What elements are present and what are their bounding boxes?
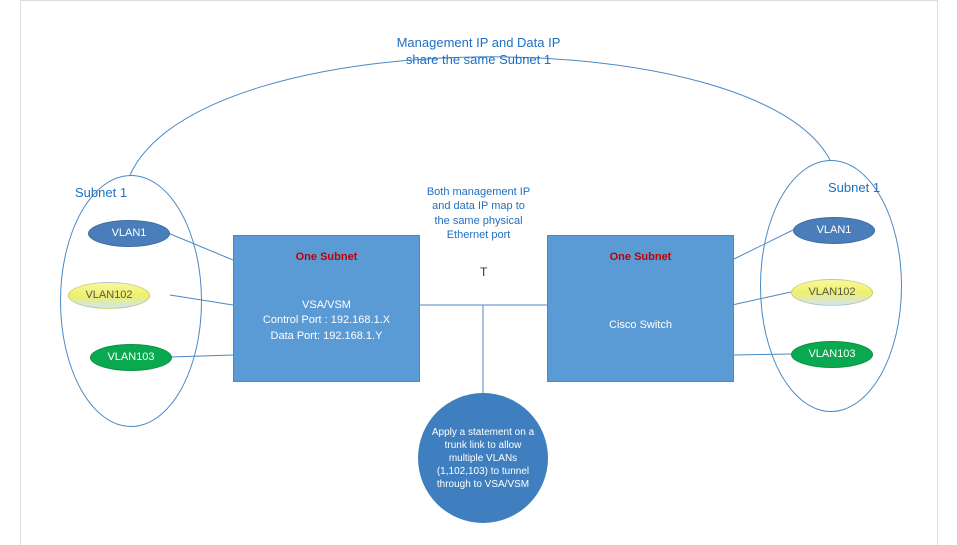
trunk-t-label: T	[480, 265, 487, 279]
right-vlan-103: VLAN103	[791, 341, 873, 368]
right-vlan-1: VLAN1	[793, 217, 875, 244]
right-subnet-label: Subnet 1	[828, 180, 880, 195]
right-vlan-102: VLAN102	[791, 279, 873, 306]
page-border-right	[937, 0, 938, 545]
cisco-switch-line1: Cisco Switch	[609, 319, 672, 331]
mid-line2: and data IP map to	[432, 200, 525, 212]
vsa-vsm-line3: Data Port: 192.168.1.Y	[271, 330, 383, 342]
left-vlan-102: VLAN102	[68, 282, 150, 309]
mid-line3: the same physical	[434, 215, 522, 227]
vsa-vsm-box-head: One Subnet	[234, 251, 419, 263]
diagram-title-line2: share the same Subnet 1	[406, 52, 551, 67]
page-border-top	[20, 0, 937, 1]
vsa-vsm-line1: VSA/VSM	[302, 299, 351, 311]
diagram-stage: Management IP and Data IP share the same…	[0, 0, 957, 545]
page-border-left	[20, 0, 21, 545]
vsa-vsm-box-body: VSA/VSM Control Port : 192.168.1.X Data …	[234, 298, 419, 344]
left-vlan-103: VLAN103	[90, 344, 172, 371]
mid-line1: Both management IP	[427, 186, 530, 198]
left-subnet-label: Subnet 1	[75, 185, 127, 200]
left-vlan-1: VLAN1	[88, 220, 170, 247]
cisco-switch-box: One Subnet Cisco Switch	[547, 235, 734, 382]
cisco-switch-box-head: One Subnet	[548, 251, 733, 263]
diagram-title-line1: Management IP and Data IP	[397, 35, 561, 50]
vsa-vsm-line2: Control Port : 192.168.1.X	[263, 314, 390, 326]
vsa-vsm-box: One Subnet VSA/VSM Control Port : 192.16…	[233, 235, 420, 382]
cisco-switch-box-body: Cisco Switch	[548, 318, 733, 333]
diagram-title: Management IP and Data IP share the same…	[0, 35, 957, 69]
mid-line4: Ethernet port	[447, 229, 511, 241]
trunk-note-text: Apply a statement on a trunk link to all…	[430, 426, 536, 491]
trunk-note-circle: Apply a statement on a trunk link to all…	[418, 393, 548, 523]
